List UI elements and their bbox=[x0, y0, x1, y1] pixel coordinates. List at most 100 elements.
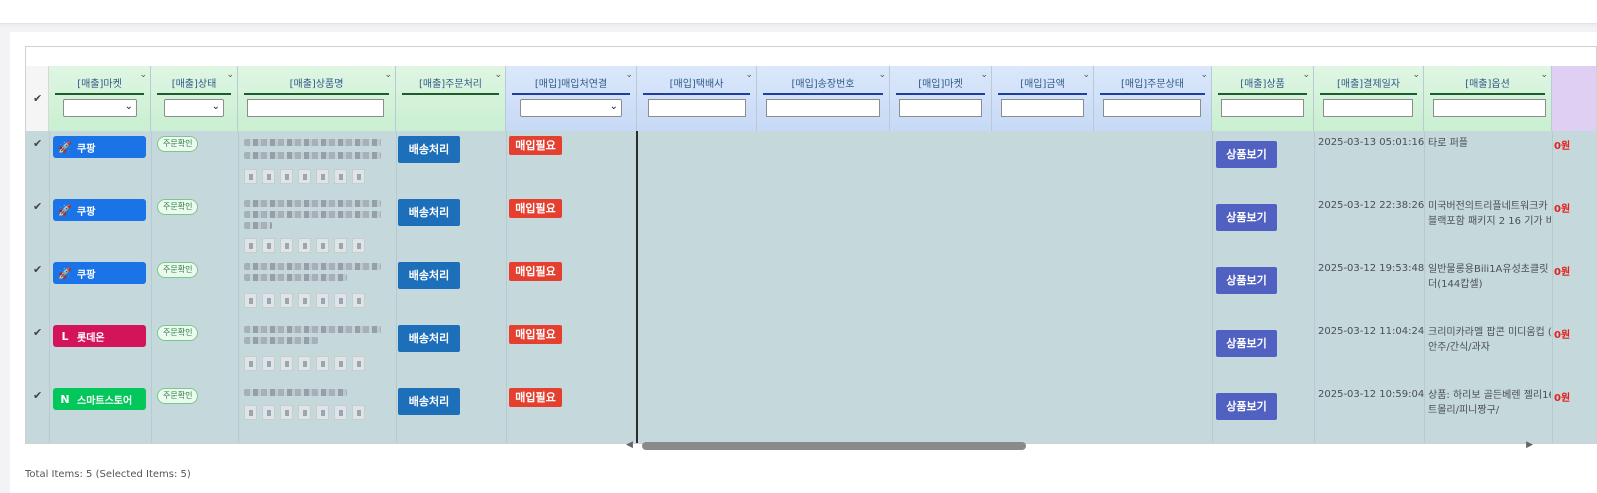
scroll-right-arrow-icon[interactable]: ▶ bbox=[1526, 440, 1533, 450]
thumbnail[interactable] bbox=[262, 293, 275, 308]
thumbnail[interactable] bbox=[280, 405, 293, 420]
ship-button[interactable]: 배송처리 bbox=[398, 262, 460, 289]
view-product-button[interactable]: 상품보기 bbox=[1216, 141, 1277, 168]
column-menu-chevron-icon[interactable]: ⌄ bbox=[494, 70, 502, 80]
view-product-button[interactable]: 상품보기 bbox=[1216, 330, 1277, 357]
thumbnail[interactable] bbox=[298, 356, 311, 371]
column-header-purchase-amount[interactable]: [매입]금액 ⌄ bbox=[992, 66, 1094, 131]
table-row[interactable]: ✔ L 롯데온 주문확인 배송처리 매입필요 상품보기 2025-03-12 11… bbox=[26, 320, 1596, 383]
column-menu-chevron-icon[interactable]: ⌄ bbox=[139, 70, 147, 80]
purchase-market-filter-input[interactable] bbox=[899, 99, 982, 117]
thumbnail[interactable] bbox=[316, 169, 329, 184]
column-menu-chevron-icon[interactable]: ⌄ bbox=[1412, 70, 1420, 80]
column-header-sales-product[interactable]: [매출]상품 ⌄ bbox=[1212, 66, 1314, 131]
row-check-icon[interactable]: ✔ bbox=[33, 263, 42, 276]
purchase-needed-badge[interactable]: 매입필요 bbox=[509, 388, 562, 407]
payment-date-filter-input[interactable] bbox=[1323, 99, 1413, 117]
select-all-check-icon[interactable]: ✔ bbox=[33, 92, 42, 105]
column-header-purchase-market[interactable]: [매입]마켓 ⌄ bbox=[890, 66, 992, 131]
column-header-sales-option[interactable]: [매출]옵션 ⌄ bbox=[1424, 66, 1552, 131]
column-header-sales-order-process[interactable]: [매출]주문처리 ⌄ bbox=[396, 66, 506, 131]
row-check-icon[interactable]: ✔ bbox=[33, 326, 42, 339]
thumbnail[interactable] bbox=[262, 238, 275, 253]
thumbnail[interactable] bbox=[352, 405, 365, 420]
row-check-icon[interactable]: ✔ bbox=[33, 200, 42, 213]
thumbnail[interactable] bbox=[334, 169, 347, 184]
table-row[interactable]: ✔ 🚀 쿠팡 주문확인 배송처리 매입필요 상품보기 2025-03-13 05:… bbox=[26, 131, 1596, 194]
thumbnail[interactable] bbox=[298, 238, 311, 253]
purchase-order-status-filter-input[interactable] bbox=[1103, 99, 1201, 117]
column-header-sales-product-name[interactable]: [매출]상품명 ⌄ bbox=[238, 66, 396, 131]
column-header-sales-status[interactable]: [매출]상태 ⌄ ⌄ bbox=[151, 66, 238, 131]
column-menu-chevron-icon[interactable]: ⌄ bbox=[745, 70, 753, 80]
sales-product-filter-input[interactable] bbox=[1221, 99, 1304, 117]
thumbnail[interactable] bbox=[298, 405, 311, 420]
purchase-needed-badge[interactable]: 매입필요 bbox=[509, 262, 562, 281]
column-menu-chevron-icon[interactable]: ⌄ bbox=[1082, 70, 1090, 80]
column-menu-chevron-icon[interactable]: ⌄ bbox=[1200, 70, 1208, 80]
column-header-purchase-order-status[interactable]: [매입]주문상태 ⌄ bbox=[1094, 66, 1212, 131]
scrollbar-thumb[interactable] bbox=[642, 442, 1026, 450]
thumbnail[interactable] bbox=[316, 238, 329, 253]
table-row[interactable]: ✔ 🚀 쿠팡 주문확인 배송처리 매입필요 상품보기 2025-03-12 22:… bbox=[26, 194, 1596, 257]
thumbnail[interactable] bbox=[316, 405, 329, 420]
column-menu-chevron-icon[interactable]: ⌄ bbox=[1540, 70, 1548, 80]
amount-filter-input[interactable] bbox=[1001, 99, 1084, 117]
thumbnail[interactable] bbox=[244, 238, 257, 253]
view-product-button[interactable]: 상품보기 bbox=[1216, 393, 1277, 420]
ship-button[interactable]: 배송처리 bbox=[398, 136, 460, 163]
column-menu-chevron-icon[interactable]: ⌄ bbox=[1302, 70, 1310, 80]
row-check-icon[interactable]: ✔ bbox=[33, 137, 42, 150]
view-product-button[interactable]: 상품보기 bbox=[1216, 267, 1277, 294]
thumbnail[interactable] bbox=[280, 293, 293, 308]
option-filter-input[interactable] bbox=[1433, 99, 1546, 117]
thumbnail[interactable] bbox=[352, 238, 365, 253]
sales-market-filter-select[interactable]: ⌄ bbox=[63, 99, 137, 117]
thumbnail[interactable] bbox=[298, 169, 311, 184]
column-header-purchase-supplier-link[interactable]: [매입]매입처연결 ⌄ ⌄ bbox=[506, 66, 637, 131]
thumbnail[interactable] bbox=[262, 405, 275, 420]
thumbnail[interactable] bbox=[244, 405, 257, 420]
thumbnail[interactable] bbox=[352, 293, 365, 308]
column-menu-chevron-icon[interactable]: ⌄ bbox=[878, 70, 886, 80]
purchase-needed-badge[interactable]: 매입필요 bbox=[509, 325, 562, 344]
horizontal-scrollbar[interactable]: ◀ ▶ bbox=[622, 440, 1537, 452]
thumbnail[interactable] bbox=[352, 169, 365, 184]
thumbnail[interactable] bbox=[298, 293, 311, 308]
thumbnail[interactable] bbox=[352, 356, 365, 371]
product-name-filter-input[interactable] bbox=[247, 99, 384, 117]
thumbnail[interactable] bbox=[244, 169, 257, 184]
thumbnail[interactable] bbox=[280, 238, 293, 253]
thumbnail[interactable] bbox=[334, 238, 347, 253]
thumbnail[interactable] bbox=[244, 293, 257, 308]
purchase-needed-badge[interactable]: 매입필요 bbox=[509, 136, 562, 155]
thumbnail[interactable] bbox=[262, 169, 275, 184]
column-header-purchase-tracking-number[interactable]: [매입]송장번호 ⌄ bbox=[757, 66, 890, 131]
thumbnail[interactable] bbox=[316, 293, 329, 308]
scroll-left-arrow-icon[interactable]: ◀ bbox=[626, 440, 633, 450]
sales-status-filter-select[interactable]: ⌄ bbox=[164, 99, 224, 117]
ship-button[interactable]: 배송처리 bbox=[398, 199, 460, 226]
thumbnail[interactable] bbox=[316, 356, 329, 371]
ship-button[interactable]: 배송처리 bbox=[398, 388, 460, 415]
purchase-needed-badge[interactable]: 매입필요 bbox=[509, 199, 562, 218]
thumbnail[interactable] bbox=[334, 293, 347, 308]
courier-filter-input[interactable] bbox=[648, 99, 746, 117]
column-menu-chevron-icon[interactable]: ⌄ bbox=[625, 70, 633, 80]
column-header-partial[interactable] bbox=[1552, 66, 1596, 131]
column-header-sales-market[interactable]: [매출]마켓 ⌄ ⌄ bbox=[49, 66, 151, 131]
ship-button[interactable]: 배송처리 bbox=[398, 325, 460, 352]
table-row[interactable]: ✔ 🚀 쿠팡 주문확인 배송처리 매입필요 상품보기 2025-03-12 19:… bbox=[26, 257, 1596, 320]
thumbnail[interactable] bbox=[280, 356, 293, 371]
column-menu-chevron-icon[interactable]: ⌄ bbox=[980, 70, 988, 80]
thumbnail[interactable] bbox=[244, 356, 257, 371]
column-header-purchase-courier[interactable]: [매입]택배사 ⌄ bbox=[637, 66, 757, 131]
thumbnail[interactable] bbox=[262, 356, 275, 371]
thumbnail[interactable] bbox=[280, 169, 293, 184]
column-header-sales-payment-date[interactable]: [매출]결제일자 ⌄ bbox=[1314, 66, 1424, 131]
tracking-number-filter-input[interactable] bbox=[766, 99, 880, 117]
column-menu-chevron-icon[interactable]: ⌄ bbox=[384, 70, 392, 80]
select-all-header[interactable]: ✔ bbox=[26, 66, 49, 131]
column-menu-chevron-icon[interactable]: ⌄ bbox=[226, 70, 234, 80]
thumbnail[interactable] bbox=[334, 405, 347, 420]
